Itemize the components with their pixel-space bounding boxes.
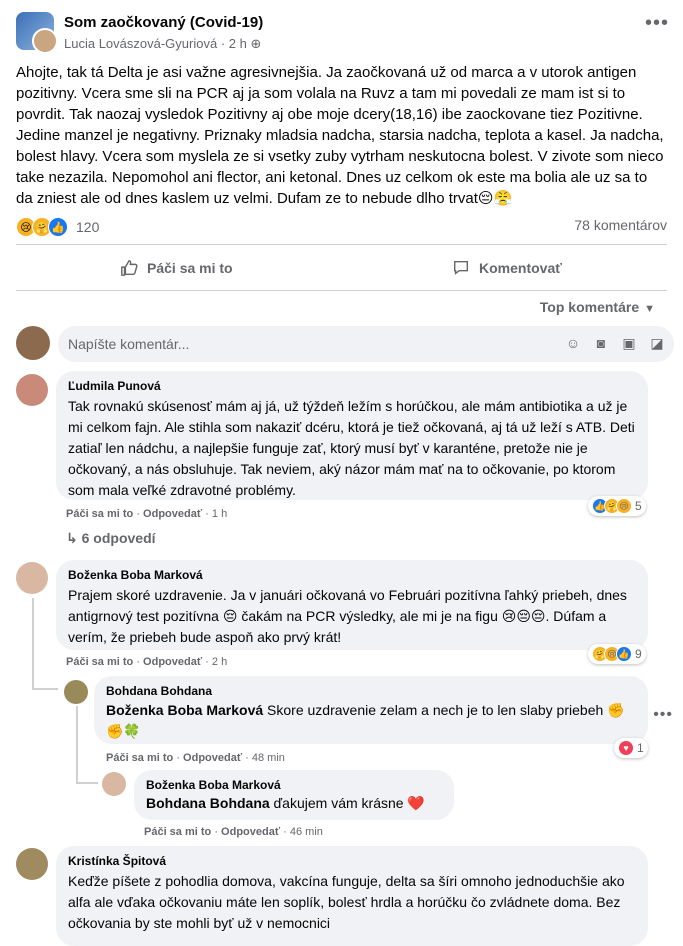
comment-bubble: Ľudmila Punová Tak rovnakú skúsenosť mám…: [56, 371, 648, 500]
reply-arrow-icon: ↳: [66, 530, 82, 546]
author-name[interactable]: Lucia Lovászová-Gyuriová: [64, 36, 217, 51]
like-label: Páči sa mi to: [147, 260, 233, 276]
mention-link[interactable]: Boženka Boba Marková: [106, 702, 263, 718]
comment-actions: Páči sa mi to · Odpovedať · 46 min: [144, 826, 323, 838]
comment-icon: [453, 260, 469, 275]
thumbs-up-icon: [121, 260, 138, 276]
like-button[interactable]: Páči sa mi to: [120, 252, 233, 284]
thread-line: [32, 598, 34, 690]
comment-bubble: Boženka Boba Marková Bohdana Bohdana ďak…: [134, 770, 454, 820]
comment-reactions[interactable]: 🤗 😢 👍 9: [588, 644, 646, 664]
comment-reactions[interactable]: ♥ 1: [614, 738, 648, 758]
avatar[interactable]: [16, 562, 48, 594]
mention-link[interactable]: Bohdana Bohdana: [146, 795, 270, 811]
divider: [16, 290, 667, 291]
divider: [16, 244, 667, 245]
commenter-name[interactable]: Boženka Boba Marková: [68, 568, 636, 582]
comment-input[interactable]: Napíšte komentár... ☺ ◙ ▣ ◪: [58, 326, 674, 362]
comment-text: Prajem skoré uzdravenie. Ja v januári oč…: [68, 587, 627, 645]
thread-line: [76, 782, 98, 784]
comment-like-link[interactable]: Páči sa mi to: [144, 826, 211, 838]
reaction-count: 9: [635, 647, 642, 661]
comment-label: Komentovať: [479, 260, 562, 276]
group-avatar[interactable]: [16, 12, 58, 54]
comment-button[interactable]: Komentovať: [452, 252, 562, 284]
heart-reaction-icon: ♥: [618, 740, 634, 756]
comment-text: Tak rovnakú skúsenosť mám aj já, už týžd…: [68, 398, 635, 498]
comment-text: Bohdana Bohdana ďakujem vám krásne ❤️: [146, 793, 442, 814]
comment-actions: Páči sa mi to · Odpovedať · 1 h: [66, 508, 228, 520]
globe-icon: ⊕: [250, 36, 262, 51]
comment-time[interactable]: 48 min: [252, 752, 285, 764]
comment-bubble: Boženka Boba Marková Prajem skoré uzdrav…: [56, 560, 648, 650]
like-reaction-icon: 👍: [48, 217, 68, 237]
commenter-name[interactable]: Bohdana Bohdana: [106, 684, 636, 698]
comment-time[interactable]: 46 min: [290, 826, 323, 838]
sad-reaction-icon: 😢: [616, 498, 632, 514]
avatar[interactable]: [16, 374, 48, 406]
sticker-icon[interactable]: ◪: [648, 335, 666, 353]
sort-label: Top komentáre: [539, 299, 640, 315]
comment-actions: Páči sa mi to · Odpovedať · 2 h: [66, 656, 228, 668]
my-avatar[interactable]: [16, 326, 50, 360]
comment-reactions[interactable]: 👍 🤗 😢 5: [588, 496, 646, 516]
comment-placeholder: Napíšte komentár...: [68, 336, 190, 352]
thread-line: [76, 706, 78, 784]
comment-reply-link[interactable]: Odpovedať: [183, 752, 242, 764]
reaction-count: 120: [76, 219, 100, 235]
post-text: Ahojte, tak tá Delta je asi važne agresi…: [16, 64, 664, 207]
comment-body: ďakujem vám krásne ❤️: [269, 795, 425, 811]
comment-reply-link[interactable]: Odpovedať: [143, 656, 202, 668]
reaction-count: 5: [635, 499, 642, 513]
author-avatar: [32, 28, 58, 54]
replies-label: 6 odpovedí: [81, 530, 156, 546]
comment-like-link[interactable]: Páči sa mi to: [106, 752, 173, 764]
more-options-button[interactable]: •••: [645, 13, 669, 33]
reaction-summary[interactable]: 😢 🤗 👍 120: [16, 216, 99, 238]
sort-dropdown[interactable]: Top komentáre ▼: [540, 299, 655, 315]
comment-actions: Páči sa mi to · Odpovedať · 48 min: [106, 752, 285, 764]
gif-icon[interactable]: ▣: [620, 335, 638, 353]
like-reaction-icon: 👍: [616, 646, 632, 662]
comment-bubble: Bohdana Bohdana Boženka Boba Marková Sko…: [94, 676, 648, 744]
chevron-down-icon: ▼: [644, 303, 655, 315]
comment-like-link[interactable]: Páči sa mi to: [66, 656, 133, 668]
camera-icon[interactable]: ◙: [592, 335, 610, 353]
avatar[interactable]: [64, 680, 88, 704]
comment-more-button[interactable]: •••: [653, 707, 673, 723]
thread-line: [32, 688, 58, 690]
comment-text: Keďže píšete z pohodlia domova, vakcína …: [68, 873, 625, 931]
avatar[interactable]: [102, 772, 126, 796]
comment-bubble: Kristínka Špitová Keďže píšete z pohodli…: [56, 846, 648, 946]
commenter-name[interactable]: Boženka Boba Marková: [146, 778, 442, 792]
comment-reply-link[interactable]: Odpovedať: [143, 508, 202, 520]
post-meta: Lucia Lovászová-Gyuriová · 2 h ⊕: [64, 36, 262, 51]
emoji-icon[interactable]: ☺: [564, 335, 582, 353]
avatar[interactable]: [16, 848, 48, 880]
reaction-count: 1: [637, 741, 644, 755]
commenter-name[interactable]: Kristínka Špitová: [68, 854, 636, 868]
comment-reply-link[interactable]: Odpovedať: [221, 826, 280, 838]
post-time[interactable]: 2 h: [229, 36, 247, 51]
comment-time[interactable]: 2 h: [212, 656, 227, 668]
comment-count[interactable]: 78 komentárov: [574, 217, 667, 233]
commenter-name[interactable]: Ľudmila Punová: [68, 379, 636, 393]
comment-like-link[interactable]: Páči sa mi to: [66, 508, 133, 520]
comment-time[interactable]: 1 h: [212, 508, 227, 520]
view-replies-link[interactable]: ↳ 6 odpovedí: [66, 530, 156, 547]
group-title[interactable]: Som zaočkovaný (Covid-19): [64, 14, 263, 31]
comment-text: Boženka Boba Marková Skore uzdravenie ze…: [106, 700, 636, 742]
